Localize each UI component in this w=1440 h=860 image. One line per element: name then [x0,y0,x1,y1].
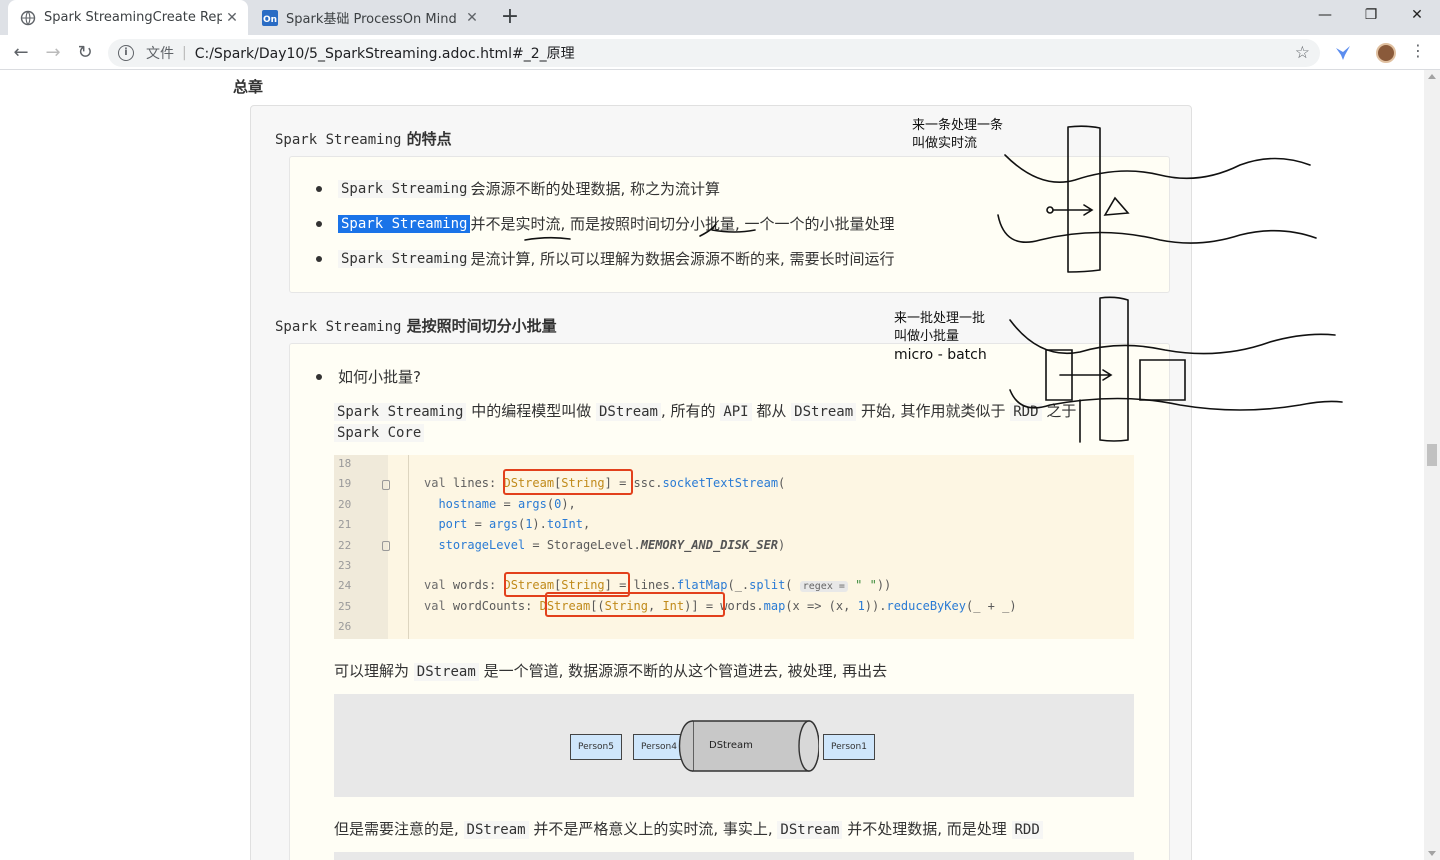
list-item: Spark Streaming 会源源不断的处理数据, 称之为流计算 [316,178,720,199]
back-icon[interactable]: ← [8,40,34,66]
tab-strip: Spark StreamingCreate Reposi ✕ On Spark基… [0,0,1440,35]
paragraph: 可以理解为 DStream 是一个管道, 数据源源不断的从这个管道进去, 被处理… [334,662,888,681]
section-title: Spark Streaming 的特点 [275,130,452,148]
selected-text: Spark Streaming [338,214,471,233]
section-title: Spark Streaming 是按照时间切分小批量 [275,317,557,335]
browser-toolbar: ← → ↻ i 文件 | C:/Spark/Day10/5_SparkStrea… [0,35,1440,70]
globe-icon [20,10,36,26]
fold-icon[interactable] [382,480,390,490]
next-block [334,852,1134,860]
forward-icon[interactable]: → [40,40,66,66]
fold-icon[interactable] [382,541,390,551]
person-box: Person1 [823,734,875,760]
tab-spark-streaming[interactable]: Spark StreamingCreate Reposi ✕ [8,0,248,35]
line-number: 18 [338,457,352,470]
paragraph: Spark Streaming 中的编程模型叫做 DStream, 所有的 AP… [334,400,1076,421]
minimize-button[interactable]: — [1302,0,1348,30]
highlight-box [545,592,725,617]
tab-processon[interactable]: On Spark基础 ProcessOn Mind ✕ [250,0,488,35]
line-number: 24 [338,579,352,592]
avatar[interactable] [1376,43,1396,63]
new-tab-button[interactable]: + [498,6,522,30]
menu-icon[interactable]: ⋮ [1410,41,1426,65]
line-number: 26 [338,620,352,633]
scroll-up-icon[interactable] [1428,74,1436,79]
close-window-button[interactable]: ✕ [1394,0,1440,30]
annotation-text: 来一批处理一批 叫做小批量 micro - batch [894,311,987,363]
list-item: Spark Streaming 是流计算, 所以可以理解为数据会源源不断的来, … [316,248,895,269]
separator: | [182,45,187,61]
close-icon[interactable]: ✕ [462,10,482,26]
list-item: Spark Streaming 并不是实时流, 而是按照时间切分小批量, 一个一… [316,213,895,234]
svg-text:On: On [263,15,277,25]
list-item: 如何小批量? [316,366,421,387]
paragraph: 但是需要注意的是, DStream 并不是严格意义上的实时流, 事实上, DSt… [334,818,1043,839]
tab-title: Spark基础 ProcessOn Mind [286,12,457,27]
line-number: 23 [338,559,352,572]
tab-title: Spark StreamingCreate Reposi [44,10,222,25]
annotation-text: 来一条处理一条 叫做实时流 [912,118,1004,151]
page-content: 总章 Spark Streaming 的特点 Spark Streaming 会… [0,70,1424,860]
code-line: hostname = args(0), [438,497,576,511]
line-number: 25 [338,600,352,613]
person-box: Person5 [570,734,622,760]
paragraph: Spark Core [334,423,425,442]
file-label: 文件 [146,46,174,62]
page-heading: 总章 [233,78,264,96]
line-number: 19 [338,477,352,490]
address-bar[interactable]: i 文件 | C:/Spark/Day10/5_SparkStreaming.a… [108,39,1320,67]
reload-icon[interactable]: ↻ [72,40,98,66]
bookmark-star-icon[interactable]: ☆ [1295,43,1310,63]
url-text[interactable]: C:/Spark/Day10/5_SparkStreaming.adoc.htm… [195,43,575,63]
dstream-diagram: Person5 Person4 DStream Person1 [334,694,1134,797]
processon-icon: On [262,9,278,26]
scroll-down-icon[interactable] [1428,851,1436,856]
line-number: 22 [338,539,352,552]
line-number: 20 [338,498,352,511]
info-icon[interactable]: i [118,45,134,61]
maximize-button[interactable]: ❐ [1348,0,1394,30]
line-number: 21 [338,518,352,531]
pipe-label: DStream [709,740,753,751]
close-icon[interactable]: ✕ [222,10,242,26]
highlight-box [503,469,633,495]
code-block: 18 19 20 21 22 23 24 25 26 val lines: DS… [334,455,1134,639]
extension-icon[interactable] [1334,44,1352,62]
vertical-scrollbar[interactable] [1424,70,1440,860]
code-line: val words: DStream[String] = lines.flatM… [424,578,892,592]
code-line: port = args(1).toInt, [438,517,591,531]
scroll-thumb[interactable] [1427,444,1437,466]
code-line: storageLevel = StorageLevel.MEMORY_AND_D… [438,538,786,552]
